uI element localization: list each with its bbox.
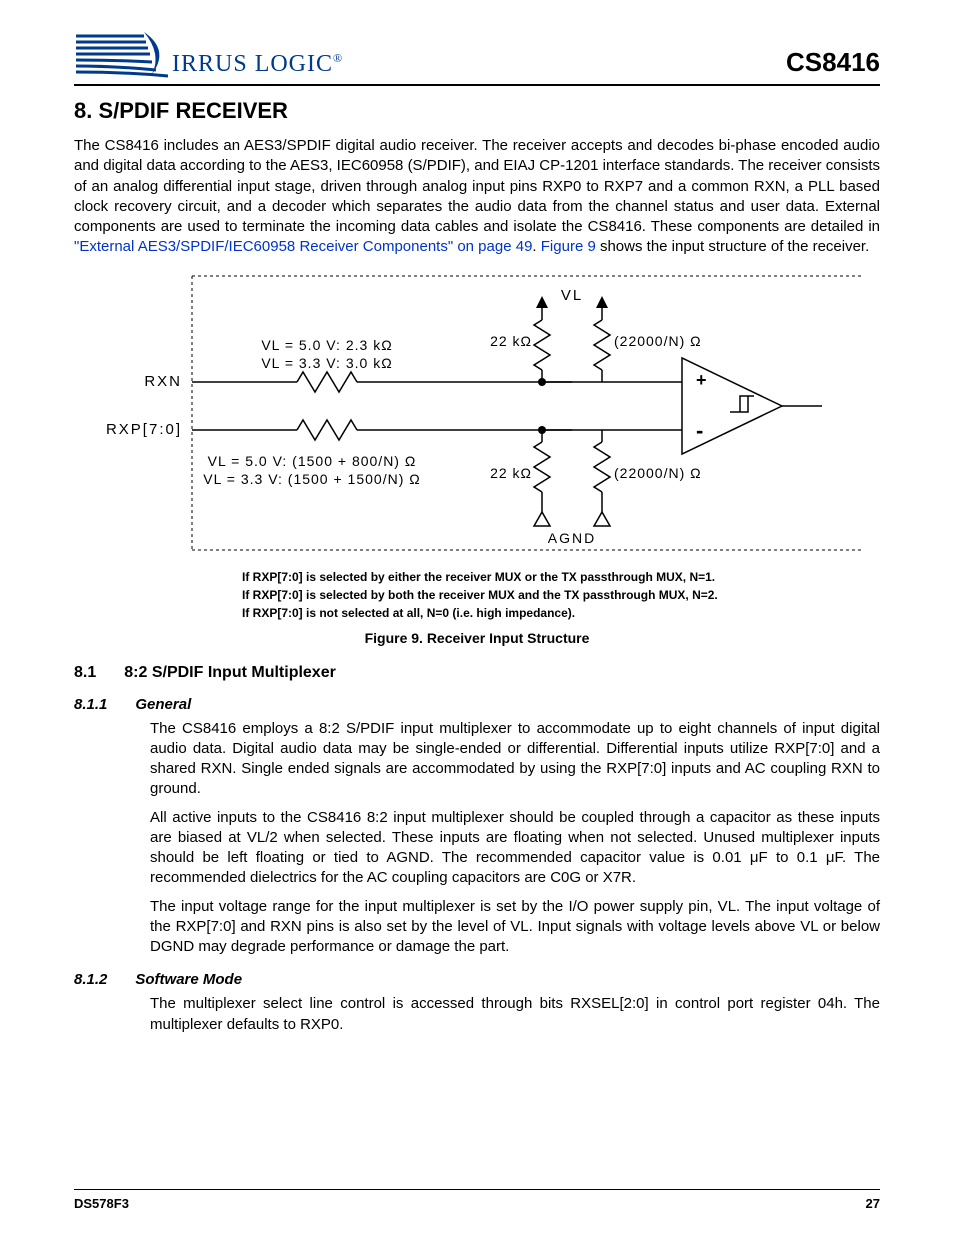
svg-text:RXP[7:0]: RXP[7:0] [106, 421, 182, 438]
section-8-1-1-p2: All active inputs to the CS8416 8:2 inpu… [150, 808, 880, 889]
section-8-1-1-p1: The CS8416 employs a 8:2 S/PDIF input mu… [150, 719, 880, 800]
xref-link[interactable]: "External AES3/SPDIF/IEC60958 Receiver C… [74, 238, 532, 255]
svg-text:VL = 5.0 V: 2.3 kΩ: VL = 5.0 V: 2.3 kΩ [261, 337, 392, 353]
section-8-1-2-heading: 8.1.2 Software Mode [74, 971, 880, 988]
svg-text:VL = 5.0 V: (1500 + 800/N) Ω: VL = 5.0 V: (1500 + 800/N) Ω [208, 453, 417, 469]
svg-text:(22000/N) Ω: (22000/N) Ω [614, 465, 702, 481]
figure-caption: Figure 9. Receiver Input Structure [74, 630, 880, 646]
svg-text:+: + [696, 370, 707, 390]
chapter-title: 8. S/PDIF RECEIVER [74, 98, 880, 124]
receiver-input-diagram: RXN RXP[7:0] VL = 5.0 V: 2.3 kΩ VL = 3.3… [82, 268, 872, 558]
brand-text: IRRUS LOGIC® [172, 51, 343, 78]
section-8-1-1-heading: 8.1.1 General [74, 696, 880, 713]
doc-id: DS578F3 [74, 1196, 129, 1211]
logo-mark-icon [74, 30, 170, 78]
svg-text:RXN: RXN [144, 373, 182, 390]
xref-link[interactable]: Figure 9 [541, 238, 596, 255]
section-8-1-2-p1: The multiplexer select line control is a… [150, 994, 880, 1035]
figure-9: RXN RXP[7:0] VL = 5.0 V: 2.3 kΩ VL = 3.3… [74, 268, 880, 646]
svg-text:VL = 3.3 V: 3.0 kΩ: VL = 3.3 V: 3.0 kΩ [261, 355, 392, 371]
svg-text:(22000/N) Ω: (22000/N) Ω [614, 333, 702, 349]
svg-text:VL: VL [561, 287, 583, 304]
figure-notes: If RXP[7:0] is selected by either the re… [242, 568, 880, 622]
section-8-1-1-p3: The input voltage range for the input mu… [150, 897, 880, 958]
page-header: IRRUS LOGIC® CS8416 [74, 30, 880, 86]
svg-text:22 kΩ: 22 kΩ [490, 465, 532, 481]
section-8-1-heading: 8.1 8:2 S/PDIF Input Multiplexer [74, 664, 880, 682]
svg-text:AGND: AGND [548, 530, 596, 546]
part-number: CS8416 [786, 47, 880, 78]
svg-text:22 kΩ: 22 kΩ [490, 333, 532, 349]
svg-text:-: - [696, 418, 703, 443]
page-number: 27 [866, 1196, 880, 1211]
brand-logo: IRRUS LOGIC® [74, 30, 343, 78]
svg-text:VL = 3.3 V: (1500 + 1500/N) Ω: VL = 3.3 V: (1500 + 1500/N) Ω [203, 471, 420, 487]
page-footer: DS578F3 27 [74, 1189, 880, 1211]
intro-paragraph: The CS8416 includes an AES3/SPDIF digita… [74, 136, 880, 258]
